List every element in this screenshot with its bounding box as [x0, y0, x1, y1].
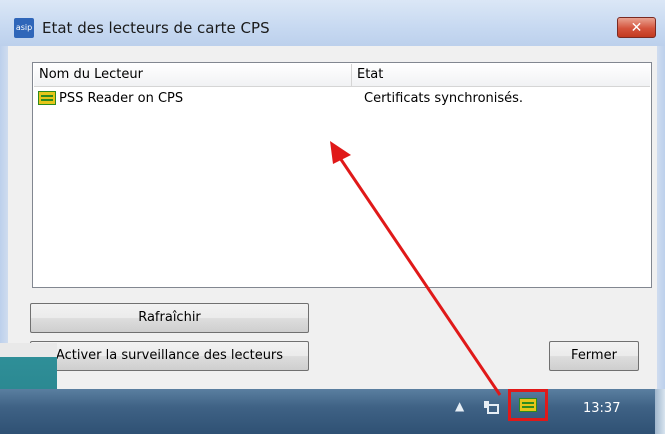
card-reader-tray-icon[interactable]	[508, 389, 548, 421]
taskbar: ▲ 13:37	[0, 389, 665, 434]
card-reader-icon	[38, 91, 56, 105]
card-reader-icon	[519, 398, 537, 412]
reader-name-cell: PSS Reader on CPS	[59, 91, 184, 106]
refresh-button[interactable]: Rafraîchir	[30, 303, 309, 333]
taskbar-clock[interactable]: 13:37	[583, 401, 620, 416]
table-row[interactable]: PSS Reader on CPS Certificats synchronis…	[34, 88, 650, 110]
reader-status-dialog: asip Etat des lecteurs de carte CPS ✕ No…	[0, 0, 665, 434]
window-close-button[interactable]: ✕	[617, 17, 656, 38]
window-title: Etat des lecteurs de carte CPS	[42, 19, 270, 37]
column-header-status[interactable]: Etat	[352, 64, 650, 86]
list-header: Nom du Lecteur Etat	[34, 64, 650, 87]
show-hidden-icons-arrow[interactable]: ▲	[455, 399, 464, 413]
show-desktop-button[interactable]	[655, 389, 665, 434]
close-button[interactable]: Fermer	[549, 341, 639, 371]
window-frame-right	[657, 46, 665, 434]
title-bar[interactable]: asip Etat des lecteurs de carte CPS ✕	[0, 0, 665, 46]
dialog-client-area: Nom du Lecteur Etat PSS Reader on CPS Ce…	[8, 46, 657, 434]
enable-monitoring-button[interactable]: Activer la surveillance des lecteurs	[30, 341, 309, 371]
reader-list[interactable]: Nom du Lecteur Etat PSS Reader on CPS Ce…	[32, 62, 652, 288]
reader-status-cell: Certificats synchronisés.	[364, 91, 524, 106]
network-icon[interactable]	[484, 401, 500, 419]
asip-app-icon: asip	[14, 18, 34, 38]
column-header-reader-name[interactable]: Nom du Lecteur	[34, 64, 352, 86]
